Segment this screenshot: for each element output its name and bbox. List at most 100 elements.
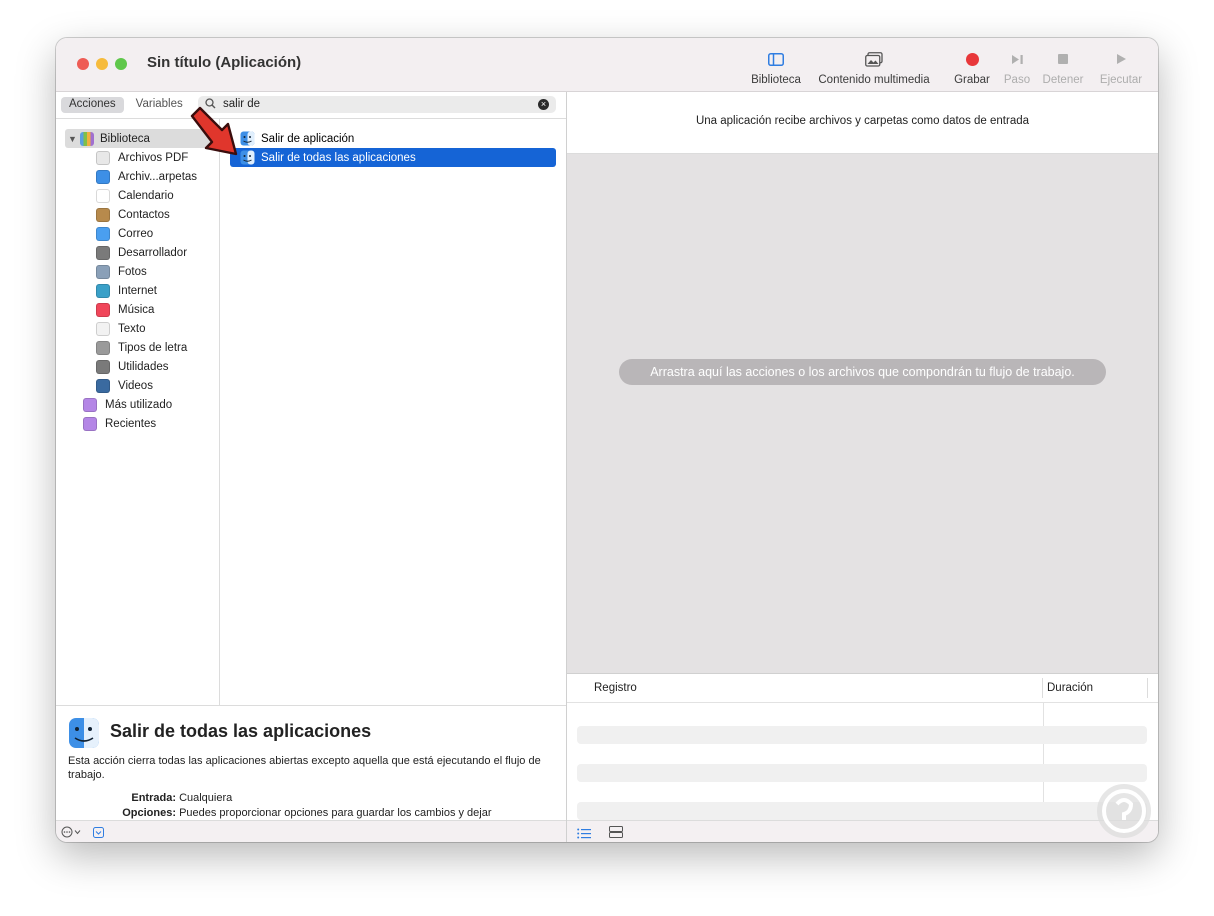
- record-icon: [950, 48, 994, 70]
- sidebar-item-label: Desarrollador: [118, 246, 188, 259]
- log-panel: Registro Duración: [567, 673, 1158, 821]
- description-body: Esta acción cierra todas las aplicacione…: [68, 755, 541, 781]
- finder-icon: [240, 131, 255, 146]
- stop-button[interactable]: Detener: [1038, 48, 1088, 86]
- column-divider: [1042, 678, 1043, 698]
- smart-folder-icon: [83, 397, 97, 412]
- library-toolbar-button[interactable]: Biblioteca: [744, 48, 808, 86]
- input-value: Cualquiera: [179, 792, 233, 804]
- sidebar-item-label: Texto: [118, 322, 146, 335]
- media-label: Contenido multimedia: [818, 74, 930, 86]
- sidebar-item-desarrollador[interactable]: Desarrollador: [96, 243, 187, 262]
- play-icon: [1096, 48, 1146, 70]
- sidebar-icon: [744, 48, 808, 70]
- media-toolbar-button[interactable]: Contenido multimedia: [814, 48, 934, 86]
- library-books-icon: [80, 131, 94, 146]
- sidebar-item-label: Videos: [118, 379, 153, 392]
- log-row: [577, 726, 1147, 744]
- sidebar-item-calendario[interactable]: Calendario: [96, 186, 174, 205]
- photo-browser-icon: [814, 48, 934, 70]
- description-toggle-icon[interactable]: [93, 825, 104, 842]
- fonts-icon: [96, 340, 110, 355]
- close-window-button[interactable]: [77, 58, 89, 70]
- duration-column-header[interactable]: Duración: [1047, 682, 1093, 694]
- sidebar-item-utilidades[interactable]: Utilidades: [96, 357, 169, 376]
- sidebar-item-texto[interactable]: Texto: [96, 319, 146, 338]
- stop-icon: [1038, 48, 1088, 70]
- tab-actions[interactable]: Acciones: [61, 97, 124, 113]
- options-value: Puedes proporcionar opciones para guarda…: [179, 807, 492, 819]
- log-row: [577, 764, 1147, 782]
- options-row: Opciones: Puedes proporcionar opciones p…: [56, 807, 492, 819]
- sidebar-item-label: Fotos: [118, 265, 147, 278]
- music-icon: [96, 302, 110, 317]
- finder-icon: [96, 169, 110, 184]
- stop-label: Detener: [1042, 74, 1084, 86]
- workflow-input-text: Una aplicación recibe archivos y carpeta…: [695, 115, 1030, 127]
- actions-list: Salir de aplicación Salir de todas las a…: [220, 119, 566, 705]
- sidebar-item-archiv-arpetas[interactable]: Archiv...arpetas: [96, 167, 197, 186]
- tab-variables[interactable]: Variables: [128, 97, 191, 113]
- step-label: Paso: [1003, 74, 1031, 86]
- library-tree: ▼ Biblioteca Archivos PDF Archiv...arpeta…: [56, 119, 220, 705]
- sidebar-item-label: Calendario: [118, 189, 174, 202]
- contacts-icon: [96, 207, 110, 222]
- list-view-icon[interactable]: [577, 826, 591, 842]
- sidebar-item-archivos-pdf[interactable]: Archivos PDF: [96, 148, 188, 167]
- action-quit-application[interactable]: Salir de aplicación: [230, 129, 556, 148]
- step-button[interactable]: Paso: [1000, 48, 1034, 86]
- developer-tools-icon: [96, 245, 110, 260]
- action-menu-icon[interactable]: [61, 825, 83, 842]
- run-button[interactable]: Ejecutar: [1096, 48, 1146, 86]
- action-description: Salir de todas las aplicaciones Esta acc…: [56, 705, 566, 821]
- sidebar-item-label: Archiv...arpetas: [118, 170, 198, 183]
- workflow-input-header: Una aplicación recibe archivos y carpeta…: [567, 92, 1158, 154]
- sidebar-item-fotos[interactable]: Fotos: [96, 262, 147, 281]
- red-arrow-icon: [190, 106, 238, 156]
- sidebar-item-recientes[interactable]: Recientes: [83, 414, 156, 433]
- text-icon: [96, 321, 110, 336]
- globe-icon: [96, 283, 110, 298]
- sidebar-item-label: Archivos PDF: [118, 151, 189, 164]
- search-field[interactable]: salir de ×: [198, 96, 556, 113]
- sidebar-item-más-utilizado[interactable]: Más utilizado: [83, 395, 172, 414]
- chevron-down-icon[interactable]: ▼: [68, 134, 80, 144]
- video-icon: [96, 378, 110, 393]
- sidebar-item-correo[interactable]: Correo: [96, 224, 153, 243]
- flow-view-icon[interactable]: [609, 825, 623, 842]
- log-column-header[interactable]: Registro: [594, 682, 637, 694]
- sidebar-item-contactos[interactable]: Contactos: [96, 205, 170, 224]
- workflow-area[interactable]: Arrastra aquí las acciones o los archivo…: [567, 154, 1158, 673]
- pdf-icon: [96, 150, 110, 165]
- action-quit-all-applications[interactable]: Salir de todas las aplicaciones: [230, 148, 556, 167]
- column-divider: [1147, 678, 1148, 698]
- action-label: Salir de aplicación: [261, 132, 355, 145]
- utilities-icon: [96, 359, 110, 374]
- record-label: Grabar: [954, 74, 990, 86]
- options-label: Opciones:: [122, 807, 176, 819]
- sidebar-item-tipos-de-letra[interactable]: Tipos de letra: [96, 338, 187, 357]
- window-title: Sin título (Aplicación): [147, 54, 302, 71]
- sidebar-item-label: Música: [118, 303, 155, 316]
- library-tabs: Acciones Variables: [61, 97, 191, 113]
- log-footer: [567, 820, 1158, 842]
- sidebar-item-label: Biblioteca: [100, 132, 150, 145]
- sidebar-item-música[interactable]: Música: [96, 300, 154, 319]
- workflow-placeholder: Arrastra aquí las acciones o los archivo…: [619, 359, 1106, 385]
- mail-icon: [96, 226, 110, 241]
- clear-search-icon[interactable]: ×: [538, 99, 549, 110]
- record-button[interactable]: Grabar: [950, 48, 994, 86]
- sidebar-item-videos[interactable]: Videos: [96, 376, 153, 395]
- description-title: Salir de todas las aplicaciones: [110, 721, 372, 741]
- finder-icon: [240, 150, 255, 165]
- zoom-window-button[interactable]: [115, 58, 127, 70]
- sidebar-item-internet[interactable]: Internet: [96, 281, 157, 300]
- sidebar-item-label: Tipos de letra: [118, 341, 188, 354]
- action-label: Salir de todas las aplicaciones: [261, 151, 416, 164]
- input-row: Entrada: Cualquiera: [56, 792, 232, 804]
- step-icon: [1000, 48, 1034, 70]
- input-label: Entrada:: [131, 792, 176, 804]
- sidebar-item-label: Correo: [118, 227, 154, 240]
- library-footer: [56, 820, 566, 842]
- minimize-window-button[interactable]: [96, 58, 108, 70]
